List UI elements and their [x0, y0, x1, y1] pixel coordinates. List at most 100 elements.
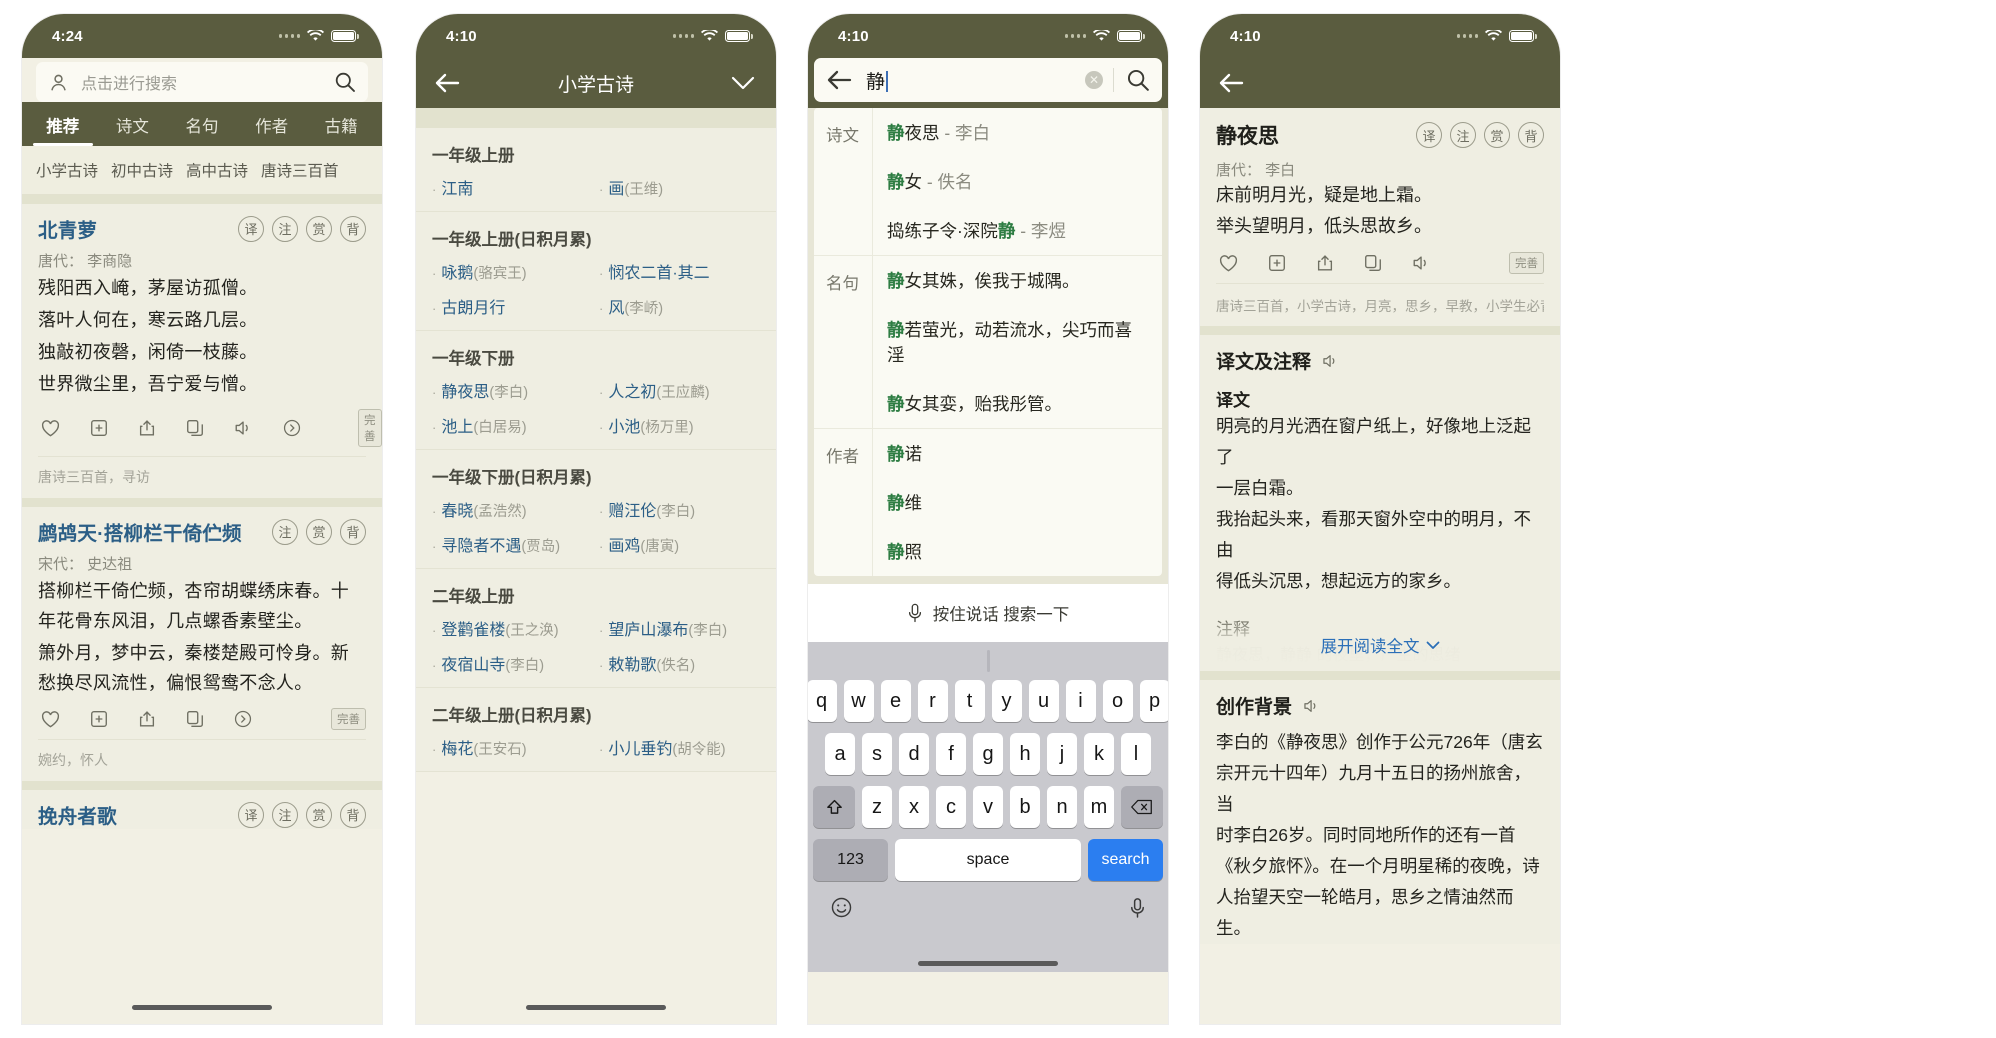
- key-w[interactable]: w: [843, 680, 874, 722]
- list-item[interactable]: · 夜宿山寺(李白): [432, 651, 593, 675]
- list-item[interactable]: · 人之初(王应麟): [599, 378, 760, 402]
- search-input[interactable]: 点击进行搜索: [36, 62, 368, 102]
- badge-annotation-icon[interactable]: 注: [272, 801, 298, 828]
- key-b[interactable]: b: [1010, 786, 1040, 828]
- list-item[interactable]: · 池上(白居易): [432, 413, 593, 437]
- key-c[interactable]: c: [936, 786, 966, 828]
- suggestion-item[interactable]: 静照: [873, 527, 1162, 576]
- list-item[interactable]: · 小池(杨万里): [599, 413, 760, 437]
- suggestion-item[interactable]: 静诺: [873, 429, 1162, 478]
- key-k[interactable]: k: [1084, 733, 1114, 775]
- badge-memorize-icon[interactable]: 背: [340, 215, 366, 242]
- list-item[interactable]: · 赠汪伦(李白): [599, 497, 760, 521]
- list-item[interactable]: · 寻隐者不遇(贾岛): [432, 532, 593, 556]
- list-item[interactable]: · 悯农二首·其二: [599, 259, 760, 283]
- key-e[interactable]: e: [880, 680, 911, 722]
- key-search[interactable]: search: [1087, 839, 1163, 881]
- heart-icon[interactable]: [40, 709, 61, 730]
- poem-title[interactable]: 挽舟者歌: [38, 800, 230, 829]
- speaker-icon[interactable]: [1321, 352, 1340, 370]
- poem-group-list[interactable]: 一年级上册 · 江南 · 画(王维) 一年级上册(日积月累) · 咏鹅(骆宾王) · 悯…: [416, 108, 776, 1024]
- list-item[interactable]: · 静夜思(李白): [432, 378, 593, 402]
- badge-annotation-icon[interactable]: 注: [1450, 122, 1476, 148]
- heart-icon[interactable]: [40, 418, 61, 439]
- key-o[interactable]: o: [1102, 680, 1133, 722]
- category-primary-poems[interactable]: 小学古诗: [36, 159, 98, 181]
- microphone-icon[interactable]: [1129, 897, 1146, 919]
- badge-translation-icon[interactable]: 译: [1416, 122, 1442, 148]
- back-arrow-icon[interactable]: [826, 69, 852, 91]
- search-icon[interactable]: [334, 71, 356, 93]
- poem-card[interactable]: 北青萝 译 注 赏 背 唐代： 李商隐 残阳西入崦，茅屋访孤僧。 落叶人何在，寒…: [22, 204, 382, 498]
- tab-recommend[interactable]: 推荐: [28, 113, 98, 146]
- badge-memorize-icon[interactable]: 背: [1518, 122, 1544, 148]
- list-item[interactable]: · 梅花(王安石): [432, 735, 593, 759]
- list-item[interactable]: · 小儿垂钓(胡令能): [599, 735, 760, 759]
- badge-appreciation-icon[interactable]: 赏: [306, 215, 332, 242]
- poem-title[interactable]: 鹧鸪天·搭柳栏干倚伫频: [38, 517, 264, 546]
- key-x[interactable]: x: [899, 786, 929, 828]
- key-j[interactable]: j: [1047, 733, 1077, 775]
- arrow-right-circle-icon[interactable]: [233, 709, 253, 729]
- copy-icon[interactable]: [1363, 253, 1383, 273]
- tab-classics[interactable]: 古籍: [306, 113, 376, 146]
- share-icon[interactable]: [137, 709, 157, 729]
- plus-box-icon[interactable]: [89, 418, 109, 438]
- list-item[interactable]: · 风(李峤): [599, 294, 760, 318]
- key-l[interactable]: l: [1121, 733, 1151, 775]
- badge-translation-icon[interactable]: 译: [238, 801, 264, 828]
- plus-box-icon[interactable]: [89, 709, 109, 729]
- copy-icon[interactable]: [185, 418, 205, 438]
- back-arrow-icon[interactable]: [434, 72, 460, 94]
- key-space[interactable]: space: [895, 839, 1081, 881]
- badge-appreciation-icon[interactable]: 赏: [306, 518, 332, 545]
- key-d[interactable]: d: [899, 733, 929, 775]
- key-numbers[interactable]: 123: [813, 839, 889, 881]
- key-y[interactable]: y: [991, 680, 1022, 722]
- suggestion-item[interactable]: 静女其姝，俟我于城隅。: [873, 256, 1162, 305]
- key-h[interactable]: h: [1010, 733, 1040, 775]
- emoji-icon[interactable]: [830, 896, 853, 919]
- key-u[interactable]: u: [1028, 680, 1059, 722]
- tab-poems[interactable]: 诗文: [98, 113, 168, 146]
- poem-card[interactable]: 鹧鸪天·搭柳栏干倚伫频 注 赏 背 宋代： 史达祖 搭柳栏干倚伫频，杏帘胡蝶绣床…: [22, 507, 382, 781]
- status-badge[interactable]: 完善: [331, 708, 366, 730]
- key-q[interactable]: q: [808, 680, 837, 722]
- poem-card[interactable]: 挽舟者歌 译 注 赏 背: [22, 790, 382, 829]
- suggestion-item[interactable]: 静若萤光，动若流水，尖巧而喜淫: [873, 305, 1162, 379]
- badge-memorize-icon[interactable]: 背: [340, 518, 366, 545]
- share-icon[interactable]: [137, 418, 157, 438]
- list-item[interactable]: · 望庐山瀑布(李白): [599, 616, 760, 640]
- list-item[interactable]: · 江南: [432, 175, 593, 199]
- tab-authors[interactable]: 作者: [237, 113, 307, 146]
- list-item[interactable]: · 画鸡(唐寅): [599, 532, 760, 556]
- badge-appreciation-icon[interactable]: 赏: [1484, 122, 1510, 148]
- suggestion-item[interactable]: 静维: [873, 478, 1162, 527]
- search-suggestions[interactable]: 诗文 静夜思 - 李白 静女 - 佚名 捣练子令·深院静 - 李煜 名句 静女其…: [808, 108, 1168, 584]
- category-junior-poems[interactable]: 初中古诗: [111, 159, 173, 181]
- suggestion-item[interactable]: 静女 - 佚名: [873, 157, 1162, 206]
- suggestion-item[interactable]: 静夜思 - 李白: [873, 108, 1162, 157]
- key-z[interactable]: z: [862, 786, 892, 828]
- badge-translation-icon[interactable]: 译: [238, 215, 264, 242]
- speaker-icon[interactable]: [1302, 697, 1321, 715]
- virtual-keyboard[interactable]: q w e r t y u i o p a s d f g h j k l z …: [808, 642, 1168, 972]
- category-senior-poems[interactable]: 高中古诗: [186, 159, 248, 181]
- expand-full-text-button[interactable]: 展开阅读全文: [1200, 619, 1560, 671]
- list-item[interactable]: · 古朗月行: [432, 294, 593, 318]
- shift-icon[interactable]: [813, 786, 855, 828]
- poem-title[interactable]: 北青萝: [38, 214, 230, 243]
- key-f[interactable]: f: [936, 733, 966, 775]
- tab-bar[interactable]: 推荐 诗文 名句 作者 古籍: [22, 102, 382, 146]
- speaker-icon[interactable]: [1411, 253, 1432, 273]
- key-t[interactable]: t: [954, 680, 985, 722]
- key-i[interactable]: i: [1065, 680, 1096, 722]
- heart-icon[interactable]: [1218, 253, 1239, 274]
- tab-famous-lines[interactable]: 名句: [167, 113, 237, 146]
- key-s[interactable]: s: [862, 733, 892, 775]
- status-badge[interactable]: 完善: [358, 409, 382, 447]
- search-icon[interactable]: [1126, 68, 1150, 92]
- category-bar[interactable]: 小学古诗 初中古诗 高中古诗 唐诗三百首: [22, 146, 382, 195]
- status-badge[interactable]: 完善: [1509, 252, 1544, 274]
- search-input[interactable]: 静: [866, 67, 1085, 94]
